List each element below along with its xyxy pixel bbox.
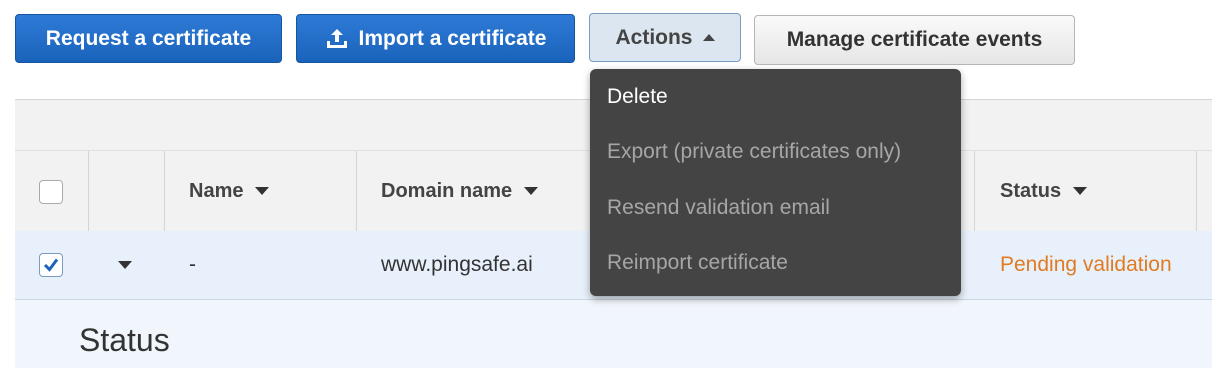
actions-label: Actions: [615, 25, 693, 49]
column-header-name[interactable]: Name: [189, 151, 270, 231]
caret-up-icon: [702, 34, 715, 41]
actions-dropdown-menu: Delete Export (private certificates only…: [590, 69, 961, 296]
select-all-checkbox[interactable]: [39, 180, 63, 204]
menu-item-delete[interactable]: Delete: [607, 85, 668, 109]
row-status-cell: Pending validation: [1000, 253, 1172, 276]
menu-item-resend-validation-email[interactable]: Resend validation email: [607, 196, 830, 220]
sort-caret-icon: [255, 187, 270, 195]
column-divider: [1196, 151, 1197, 231]
row-detail-panel: Status: [15, 300, 1212, 368]
menu-item-reimport-certificate[interactable]: Reimport certificate: [607, 251, 788, 275]
expand-caret-icon: [118, 261, 132, 269]
column-divider: [356, 151, 357, 231]
column-divider: [974, 151, 975, 231]
manage-certificate-events-button[interactable]: Manage certificate events: [754, 15, 1075, 65]
column-header-name-label: Name: [189, 179, 244, 202]
upload-icon: [325, 27, 349, 51]
import-certificate-button[interactable]: Import a certificate: [296, 14, 575, 63]
menu-item-export[interactable]: Export (private certificates only): [607, 140, 901, 164]
expand-row-toggle[interactable]: [118, 231, 132, 299]
column-divider: [88, 151, 89, 231]
actions-button[interactable]: Actions: [589, 13, 741, 62]
sort-caret-icon: [1073, 187, 1088, 195]
detail-status-heading: Status: [79, 322, 170, 358]
column-header-status-label: Status: [1000, 179, 1062, 202]
column-header-status[interactable]: Status: [1000, 151, 1088, 231]
row-checkbox[interactable]: [39, 253, 63, 277]
checkmark-icon: [43, 258, 59, 272]
manage-certificate-events-label: Manage certificate events: [786, 28, 1043, 51]
request-certificate-label: Request a certificate: [45, 26, 252, 50]
request-certificate-button[interactable]: Request a certificate: [15, 14, 282, 63]
row-name-cell: -: [189, 253, 196, 276]
sort-caret-icon: [524, 187, 539, 195]
import-certificate-label: Import a certificate: [358, 26, 547, 50]
column-divider: [164, 151, 165, 231]
column-header-domain[interactable]: Domain name: [381, 151, 539, 231]
column-header-domain-label: Domain name: [381, 179, 513, 202]
row-domain-cell: www.pingsafe.ai: [381, 253, 533, 276]
